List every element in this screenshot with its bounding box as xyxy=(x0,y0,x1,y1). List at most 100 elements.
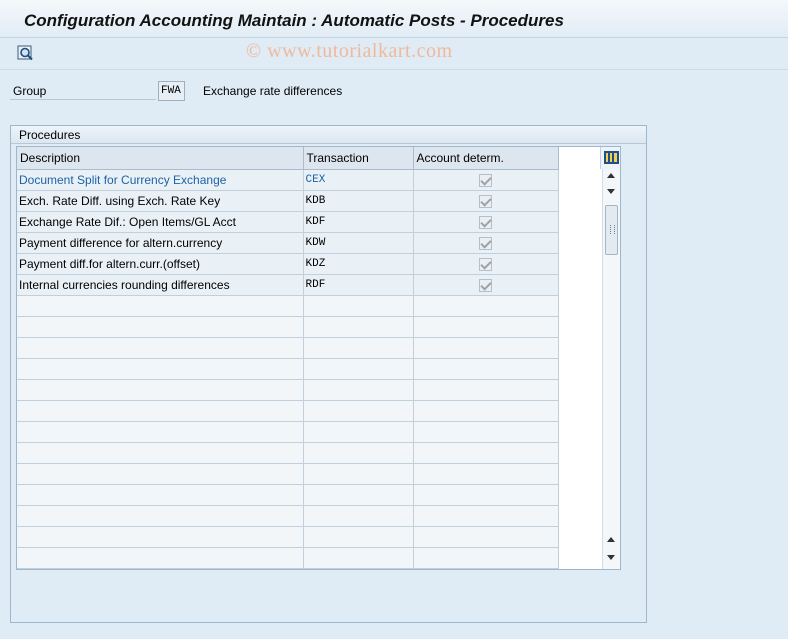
application-toolbar: © www.tutorialkart.com xyxy=(0,38,788,70)
group-value-field: FWA xyxy=(158,81,185,101)
page-up-icon[interactable] xyxy=(607,537,615,542)
checked-checkbox-icon xyxy=(479,194,492,208)
column-header-account-determ[interactable]: Account determ. xyxy=(413,147,559,170)
empty-cell xyxy=(17,295,304,317)
cell-account-determ xyxy=(413,211,559,233)
empty-cell xyxy=(303,526,414,548)
procedures-table: Description Transaction Account determ. … xyxy=(16,146,621,570)
empty-cell xyxy=(413,295,559,317)
table-header-row: Description Transaction Account determ. xyxy=(17,147,559,170)
empty-cell xyxy=(303,358,414,380)
empty-cell xyxy=(413,337,559,359)
scroll-up-icon[interactable] xyxy=(607,173,615,178)
title-bar: Configuration Accounting Maintain : Auto… xyxy=(0,0,788,38)
empty-cell xyxy=(413,463,559,485)
table-row[interactable]: Internal currencies rounding differences… xyxy=(17,274,559,296)
cell-account-determ xyxy=(413,253,559,275)
group-label: Group xyxy=(13,84,47,98)
empty-cell xyxy=(303,484,414,506)
procedures-panel-title: Procedures xyxy=(11,126,646,144)
checked-checkbox-icon xyxy=(479,215,492,229)
procedures-grid: Description Transaction Account determ. … xyxy=(17,147,559,569)
empty-cell xyxy=(17,400,304,422)
table-row[interactable]: Exch. Rate Diff. using Exch. Rate Key KDB xyxy=(17,190,559,212)
empty-table-row xyxy=(17,505,559,527)
cell-account-determ xyxy=(413,190,559,212)
empty-cell xyxy=(413,547,559,569)
empty-cell xyxy=(413,484,559,506)
empty-cell xyxy=(303,379,414,401)
cell-transaction: KDZ xyxy=(303,253,414,275)
checked-checkbox-icon xyxy=(479,236,492,250)
empty-cell xyxy=(413,442,559,464)
empty-cell xyxy=(413,421,559,443)
cell-description[interactable]: Document Split for Currency Exchange xyxy=(17,169,304,191)
cell-transaction: KDB xyxy=(303,190,414,212)
cell-account-determ xyxy=(413,274,559,296)
table-row[interactable]: Payment diff.for altern.curr.(offset) KDZ xyxy=(17,253,559,275)
empty-cell xyxy=(17,484,304,506)
watermark: © www.tutorialkart.com xyxy=(246,40,453,62)
cell-description: Exch. Rate Diff. using Exch. Rate Key xyxy=(17,190,304,212)
empty-cell xyxy=(413,316,559,338)
empty-table-row xyxy=(17,526,559,548)
table-row[interactable]: Document Split for Currency Exchange CEX xyxy=(17,169,559,191)
group-label-underline xyxy=(10,99,156,100)
cell-description: Exchange Rate Dif.: Open Items/GL Acct xyxy=(17,211,304,233)
empty-table-row xyxy=(17,421,559,443)
magnifier-details-icon xyxy=(17,45,33,61)
empty-cell xyxy=(17,316,304,338)
window-title: Configuration Accounting Maintain : Auto… xyxy=(24,11,564,30)
scrollbar-thumb[interactable] xyxy=(605,205,618,255)
page-down-icon[interactable] xyxy=(607,189,615,194)
empty-table-row xyxy=(17,358,559,380)
empty-table-row xyxy=(17,379,559,401)
vertical-scrollbar[interactable] xyxy=(602,169,620,569)
empty-cell xyxy=(17,442,304,464)
cell-transaction: KDW xyxy=(303,232,414,254)
cell-description: Payment diff.for altern.curr.(offset) xyxy=(17,253,304,275)
details-button[interactable] xyxy=(16,44,38,64)
table-row[interactable]: Exchange Rate Dif.: Open Items/GL Acct KD… xyxy=(17,211,559,233)
empty-cell xyxy=(303,295,414,317)
empty-table-row xyxy=(17,400,559,422)
empty-cell xyxy=(303,400,414,422)
column-header-description[interactable]: Description xyxy=(17,147,304,170)
cell-transaction: CEX xyxy=(303,169,414,191)
column-settings-icon xyxy=(604,151,619,164)
scroll-down-icon[interactable] xyxy=(607,555,615,560)
cell-description: Internal currencies rounding differences xyxy=(17,274,304,296)
empty-cell xyxy=(17,526,304,548)
empty-cell xyxy=(17,547,304,569)
empty-cell xyxy=(17,463,304,485)
empty-cell xyxy=(17,379,304,401)
empty-table-row xyxy=(17,547,559,569)
empty-cell xyxy=(303,421,414,443)
empty-cell xyxy=(303,442,414,464)
column-settings-button[interactable] xyxy=(600,147,620,169)
empty-cell xyxy=(303,505,414,527)
empty-table-row xyxy=(17,337,559,359)
cell-description: Payment difference for altern.currency xyxy=(17,232,304,254)
empty-cell xyxy=(17,505,304,527)
empty-cell xyxy=(17,358,304,380)
empty-cell xyxy=(413,358,559,380)
empty-cell xyxy=(303,337,414,359)
table-row[interactable]: Payment difference for altern.currency KD… xyxy=(17,232,559,254)
empty-cell xyxy=(303,463,414,485)
checked-checkbox-icon xyxy=(479,173,492,187)
empty-cell xyxy=(413,379,559,401)
empty-table-row xyxy=(17,316,559,338)
empty-cell xyxy=(303,316,414,338)
checked-checkbox-icon xyxy=(479,278,492,292)
cell-account-determ xyxy=(413,169,559,191)
empty-cell xyxy=(303,547,414,569)
empty-table-row xyxy=(17,484,559,506)
cell-account-determ xyxy=(413,232,559,254)
empty-cell xyxy=(413,400,559,422)
empty-table-row xyxy=(17,442,559,464)
empty-cell xyxy=(17,337,304,359)
empty-table-row xyxy=(17,295,559,317)
column-header-transaction[interactable]: Transaction xyxy=(303,147,414,170)
empty-table-row xyxy=(17,463,559,485)
